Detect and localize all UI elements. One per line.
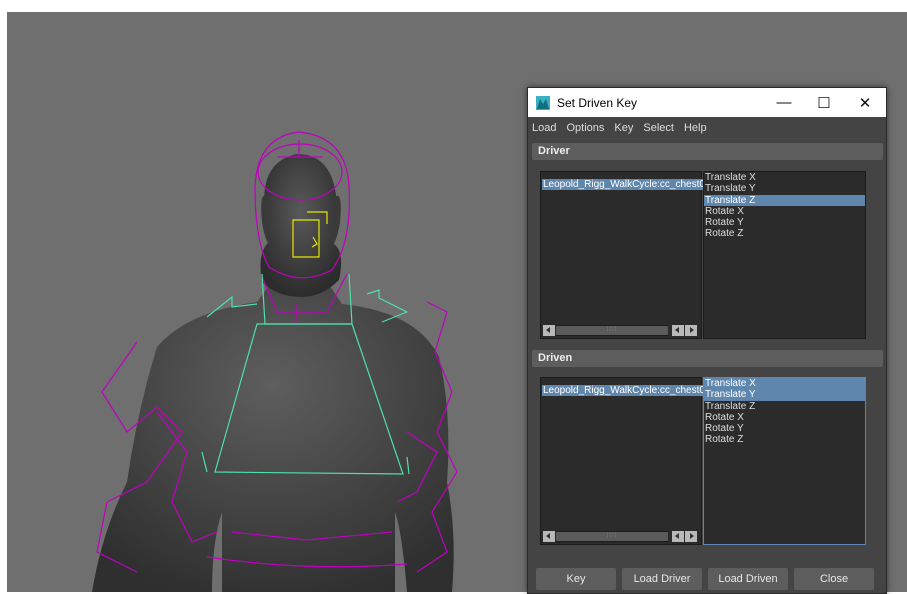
driver-section-header[interactable]: Driver (532, 143, 883, 160)
driven-attribute-list[interactable]: Translate X Translate Y Translate Z Rota… (703, 377, 866, 545)
scroll-left-arrow-icon[interactable] (543, 325, 555, 336)
driver-horizontal-scrollbar[interactable]: ⁞⁞⁞⁞ (543, 325, 698, 336)
set-driven-key-window[interactable]: Set Driven Key — ☐ ✕ Load Options Key Se… (527, 87, 887, 594)
menu-bar: Load Options Key Select Help (528, 117, 886, 138)
scroll-track[interactable]: ⁞⁞⁞⁞ (556, 325, 668, 336)
key-button[interactable]: Key (536, 568, 616, 590)
driver-panel: Leopold_Rigg_WalkCycle:cc_chest0 ⁞⁞⁞⁞ Tr… (540, 171, 868, 339)
menu-key[interactable]: Key (614, 122, 633, 134)
maya-app-icon (536, 95, 550, 110)
driven-object-name: Leopold_Rigg_WalkCycle:cc_chest0 (542, 385, 706, 396)
list-item-selected[interactable]: Translate X (704, 378, 865, 390)
menu-options[interactable]: Options (566, 122, 604, 134)
load-driven-button[interactable]: Load Driven (708, 568, 788, 590)
list-item[interactable]: Translate Y (704, 183, 865, 194)
list-item[interactable]: Translate X (704, 172, 865, 183)
close-button[interactable]: Close (794, 568, 874, 590)
list-item[interactable]: Translate Z (704, 401, 865, 412)
list-item[interactable]: Rotate Y (704, 423, 865, 434)
driver-object-list[interactable]: Leopold_Rigg_WalkCycle:cc_chest0 ⁞⁞⁞⁞ (540, 171, 706, 339)
list-item[interactable]: Rotate X (704, 206, 865, 217)
window-title: Set Driven Key (557, 95, 638, 110)
list-item[interactable]: Rotate Z (704, 434, 865, 445)
title-bar[interactable]: Set Driven Key — ☐ ✕ (528, 88, 886, 117)
scroll-left-button-icon[interactable] (672, 531, 684, 542)
button-bar: Key Load Driver Load Driven Close (528, 568, 886, 593)
scroll-right-button-icon[interactable] (685, 531, 697, 542)
menu-help[interactable]: Help (684, 122, 707, 134)
scroll-left-button-icon[interactable] (672, 325, 684, 336)
driven-panel: Leopold_Rigg_WalkCycle:cc_chest0 ⁞⁞⁞⁞ Tr… (540, 377, 868, 545)
scroll-thumb[interactable]: ⁞⁞⁞⁞ (556, 532, 668, 541)
driven-section-header[interactable]: Driven (532, 350, 883, 367)
list-item-selected[interactable]: Translate Y (704, 389, 865, 401)
driver-attribute-list[interactable]: Translate X Translate Y Translate Z Rota… (703, 171, 866, 339)
menu-load[interactable]: Load (532, 122, 556, 134)
close-window-button[interactable]: ✕ (845, 88, 885, 117)
list-item[interactable]: Rotate Y (704, 217, 865, 228)
scroll-thumb[interactable]: ⁞⁞⁞⁞ (556, 326, 668, 335)
driven-object-list[interactable]: Leopold_Rigg_WalkCycle:cc_chest0 ⁞⁞⁞⁞ (540, 377, 706, 545)
list-item-selected[interactable]: Translate Z (704, 194, 865, 206)
minimize-button[interactable]: — (764, 88, 804, 117)
scroll-right-button-icon[interactable] (685, 325, 697, 336)
scroll-track[interactable]: ⁞⁞⁞⁞ (556, 531, 668, 542)
list-item[interactable]: Rotate X (704, 412, 865, 423)
list-item[interactable]: Leopold_Rigg_WalkCycle:cc_chest0 (542, 174, 706, 192)
menu-select[interactable]: Select (643, 122, 674, 134)
driver-object-name: Leopold_Rigg_WalkCycle:cc_chest0 (542, 179, 706, 190)
list-item[interactable]: Rotate Z (704, 228, 865, 239)
maximize-button[interactable]: ☐ (804, 88, 844, 117)
scroll-left-arrow-icon[interactable] (543, 531, 555, 542)
character-model[interactable] (92, 154, 454, 592)
list-item[interactable]: Leopold_Rigg_WalkCycle:cc_chest0 (542, 380, 706, 398)
load-driver-button[interactable]: Load Driver (622, 568, 702, 590)
driven-horizontal-scrollbar[interactable]: ⁞⁞⁞⁞ (543, 531, 698, 542)
